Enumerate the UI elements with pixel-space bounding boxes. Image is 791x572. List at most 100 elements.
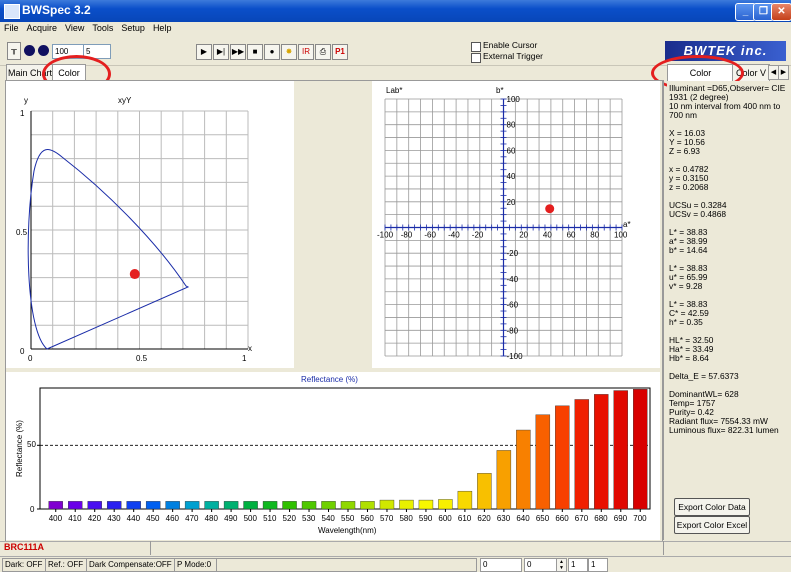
bar-640 xyxy=(516,429,531,510)
bar-450 xyxy=(145,501,161,510)
status-field-2[interactable]: 0 xyxy=(524,558,558,572)
p1-icon[interactable]: P1 xyxy=(332,44,348,60)
bar-600 xyxy=(438,499,453,510)
export-color-excel-button[interactable]: Export Color Excel xyxy=(674,516,750,534)
enable-cursor-checkbox[interactable] xyxy=(471,42,481,52)
xtick-label: 470 xyxy=(185,514,199,523)
chart-ytick-50: 50 xyxy=(27,440,36,449)
xtick-label: 400 xyxy=(49,514,63,523)
bar-610 xyxy=(457,490,473,510)
xyy-title: xyY xyxy=(118,96,132,105)
info-line: z = 0.2068 xyxy=(669,182,709,192)
probe-icon[interactable]: ╥ xyxy=(7,42,21,60)
record-icon[interactable]: ● xyxy=(264,44,280,60)
lab-title: Lab* xyxy=(386,86,402,95)
info-line: UCSv = 0.4868 xyxy=(669,209,727,219)
xtick-label: 670 xyxy=(575,514,589,523)
lab-xtick: 80 xyxy=(590,231,599,240)
reflectance-panel: Reflectance (%) Reflectance (%) Waveleng… xyxy=(6,372,660,540)
bar-440 xyxy=(126,501,141,510)
spinner-icon[interactable]: ▲ ▼ xyxy=(556,558,567,572)
ir-icon[interactable]: IR xyxy=(298,44,314,60)
info-line: v* = 9.28 xyxy=(669,281,703,291)
xtick-label: 680 xyxy=(594,514,608,523)
spectral-locus xyxy=(27,149,190,350)
enable-cursor-label: Enable Cursor xyxy=(483,40,538,50)
lab-ytick: -60 xyxy=(507,301,519,310)
xtick-label: 580 xyxy=(399,514,413,523)
menu-help[interactable]: Help xyxy=(149,22,176,33)
window-title: BWSpec 3.2 xyxy=(22,3,91,17)
lab-xtick: -20 xyxy=(472,231,484,240)
fast-forward-icon[interactable]: ▶▶ xyxy=(230,44,246,60)
tab-scroll-right-icon[interactable]: ▶ xyxy=(778,65,789,80)
menu-acquire[interactable]: Acquire xyxy=(23,22,62,33)
xtick-label: 410 xyxy=(68,514,82,523)
xyy-xtick-0: 0 xyxy=(28,354,33,363)
xyy-ytick-0: 0 xyxy=(20,347,25,356)
lab-a-label: a* xyxy=(623,220,631,229)
xtick-label: 660 xyxy=(555,514,569,523)
bar-470 xyxy=(184,501,200,510)
status-field-4[interactable]: 1 xyxy=(588,558,608,572)
bar-420 xyxy=(87,501,102,510)
light-icon[interactable]: ✸ xyxy=(281,44,297,60)
lab-ytick: -80 xyxy=(507,326,519,335)
step-icon[interactable]: ▶| xyxy=(213,44,229,60)
bar-570 xyxy=(379,499,395,510)
xtick-label: 460 xyxy=(166,514,180,523)
color-parameter-panel: Illuminant =D65,Observer= CIE 1931 (2 deg… xyxy=(667,81,787,541)
lab-ytick: 40 xyxy=(507,172,516,181)
menu-view[interactable]: View xyxy=(61,22,88,33)
lab-xtick: 40 xyxy=(543,231,552,240)
bar-550 xyxy=(340,501,356,510)
info-line: h* = 0.35 xyxy=(669,317,703,327)
xtick-label: 600 xyxy=(438,514,452,523)
lab-ytick: -100 xyxy=(507,352,524,361)
bar-660 xyxy=(555,405,570,510)
sample-name: BRC111A xyxy=(4,542,45,552)
lab-color-point xyxy=(545,204,555,214)
chart-xlabel: Wavelength(nm) xyxy=(318,526,377,535)
lab-chart: Lab* b* a* -100 -100 -80 -80 -60 -60 -40 -40 -20… xyxy=(377,86,631,361)
menu-bar: File Acquire View Tools Setup Help xyxy=(0,22,791,37)
status-dark: Dark: OFF xyxy=(2,558,47,572)
xtick-label: 530 xyxy=(302,514,316,523)
xtick-label: 610 xyxy=(458,514,472,523)
bar-670 xyxy=(574,399,590,510)
close-button[interactable]: ✕ xyxy=(771,3,791,21)
lab-xtick: -60 xyxy=(424,231,436,240)
chart-ytick-0: 0 xyxy=(30,505,35,514)
menu-setup[interactable]: Setup xyxy=(117,22,149,33)
ref-circle-icon[interactable] xyxy=(38,45,49,56)
menu-tools[interactable]: Tools xyxy=(88,22,117,33)
play-icon[interactable]: ▶ xyxy=(196,44,212,60)
bar-580 xyxy=(399,499,414,510)
xtick-label: 700 xyxy=(633,514,647,523)
stop-icon[interactable]: ■ xyxy=(247,44,263,60)
bar-460 xyxy=(165,501,180,510)
info-line: Luminous flux= 822.31 lumen xyxy=(669,425,779,435)
xtick-label: 500 xyxy=(244,514,258,523)
dark-circle-icon[interactable] xyxy=(24,45,35,56)
menu-file[interactable]: File xyxy=(0,22,23,33)
info-line: Z = 6.93 xyxy=(669,146,700,156)
xyy-xlabel: x xyxy=(248,344,252,353)
print-icon[interactable]: ⎙ xyxy=(315,44,331,60)
bar-530 xyxy=(301,501,317,510)
info-line: Hb* = 8.64 xyxy=(669,353,709,363)
bar-590 xyxy=(418,499,434,510)
export-color-data-button[interactable]: Export Color Data xyxy=(674,498,750,516)
lab-panel: Lab* b* a* -100 -100 -80 -80 -60 -60 -40 -40 -20… xyxy=(372,81,660,368)
lab-ytick: 60 xyxy=(507,146,516,155)
xyy-ytick-05: 0.5 xyxy=(16,228,28,237)
status-field-3[interactable]: 1 xyxy=(568,558,588,572)
bar-500 xyxy=(243,501,258,510)
info-line: b* = 14.64 xyxy=(669,245,708,255)
lab-xtick: -80 xyxy=(401,231,413,240)
external-trigger-checkbox[interactable] xyxy=(471,53,481,63)
xtick-label: 650 xyxy=(536,514,550,523)
status-field-1[interactable]: 0 xyxy=(480,558,522,572)
status-ref: Ref.: OFF xyxy=(45,558,87,572)
lab-xtick: 100 xyxy=(614,231,628,240)
